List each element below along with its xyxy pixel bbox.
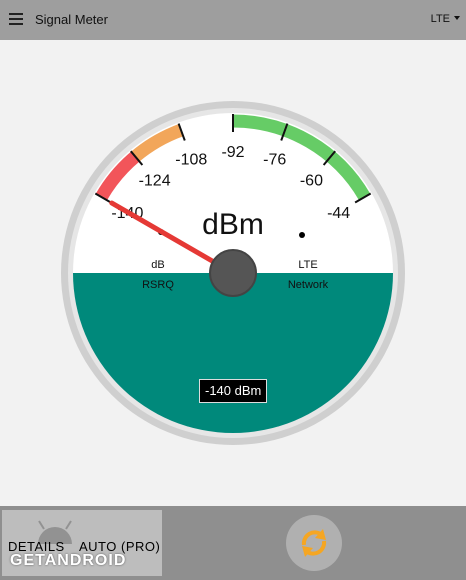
rsrq-label: RSRQ (142, 279, 174, 291)
gauge-tick-label-3: -92 (221, 144, 244, 161)
gauge-unit: dBm (202, 208, 264, 241)
network-value: LTE (298, 259, 317, 271)
meter-area: -140-124-108-92-76-60-44 dBm dB LTE RSRQ… (0, 40, 466, 506)
refresh-button[interactable] (286, 515, 342, 571)
rsrq-value: dB (151, 259, 164, 271)
network-type-value: LTE (430, 13, 450, 25)
gauge-lower-panel (73, 273, 393, 433)
app-bar: Signal Meter LTE (0, 0, 466, 40)
network-label: Network (288, 279, 329, 291)
signal-reading: -140 dBm (199, 379, 268, 403)
indicator-dot-right (299, 232, 305, 238)
dropdown-caret-icon (454, 16, 460, 20)
gauge-tick-label-2: -108 (175, 151, 207, 168)
network-type-dropdown[interactable]: LTE (431, 13, 460, 25)
gauge-tick-label-4: -76 (263, 151, 286, 168)
gauge-hub (209, 249, 257, 297)
bottom-bar: DETAILS AUTO (PRO) GETANDROID (0, 506, 466, 580)
refresh-icon (301, 529, 327, 557)
gauge-tick-label-6: -44 (327, 205, 350, 222)
details-auto-panel: DETAILS AUTO (PRO) GETANDROID (2, 510, 162, 576)
menu-icon[interactable] (9, 13, 23, 25)
app-title: Signal Meter (35, 12, 108, 27)
watermark-text: GETANDROID (10, 552, 127, 569)
signal-gauge: -140-124-108-92-76-60-44 dBm dB LTE RSRQ… (61, 101, 405, 445)
gauge-tick-label-1: -124 (139, 173, 171, 190)
gauge-tick-label-5: -60 (300, 173, 323, 190)
